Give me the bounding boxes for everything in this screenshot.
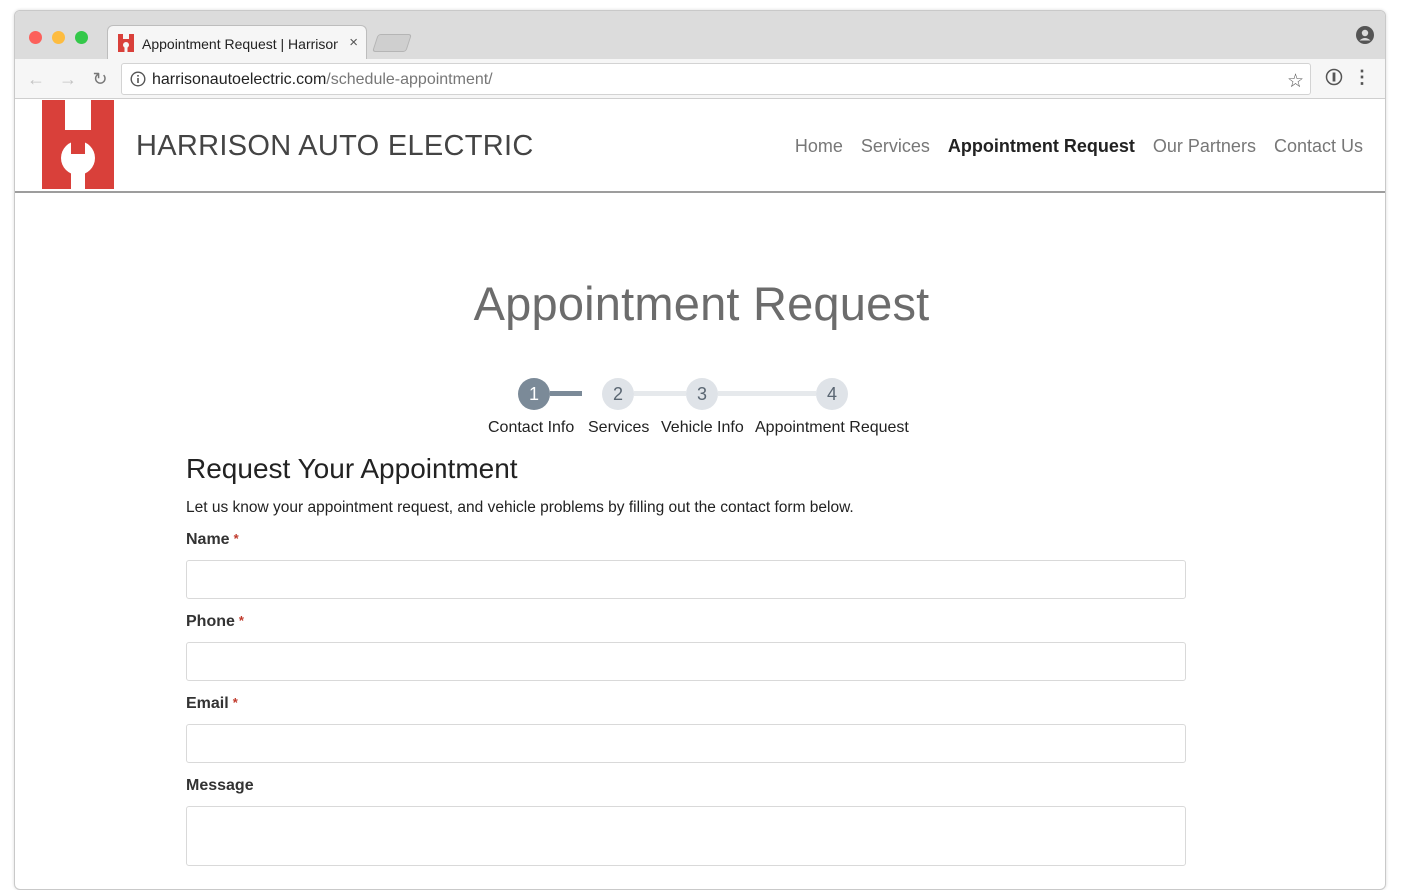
site-favicon-icon — [118, 34, 134, 52]
reload-icon[interactable]: ↻ — [89, 68, 111, 90]
tab-strip: Appointment Request | Harrison Auto Elec… — [15, 11, 1385, 61]
message-field: Message — [186, 777, 1186, 866]
step-connector-2 — [634, 391, 686, 396]
back-arrow-icon[interactable]: ← — [25, 68, 47, 90]
step-4-indicator: 4 — [816, 378, 848, 410]
email-input[interactable] — [186, 724, 1186, 763]
step-2-indicator: 2 — [602, 378, 634, 410]
nav-appointment-request[interactable]: Appointment Request — [948, 136, 1135, 157]
address-bar[interactable]: harrisonautoelectric.com/schedule-appoin… — [121, 63, 1311, 95]
new-tab-button[interactable] — [372, 34, 412, 52]
extension-icon[interactable] — [1325, 68, 1343, 86]
step-3-label: Vehicle Info — [661, 419, 744, 436]
name-label-text: Name — [186, 531, 230, 548]
browser-menu-icon[interactable]: ⋮ — [1353, 67, 1371, 88]
message-textarea[interactable] — [186, 806, 1186, 866]
step-connector-1 — [550, 391, 582, 396]
required-marker: * — [233, 531, 239, 546]
brand-name: HARRISON AUTO ELECTRIC — [136, 130, 534, 162]
tab-title: Appointment Request | Harrison Auto Elec… — [142, 36, 338, 52]
browser-toolbar: ← → ↻ harrisonautoelectric.com/schedule-… — [15, 59, 1385, 99]
phone-input[interactable] — [186, 642, 1186, 681]
forward-arrow-icon[interactable]: → — [57, 68, 79, 90]
url-text: harrisonautoelectric.com/schedule-appoin… — [152, 71, 493, 89]
name-field: Name * — [186, 531, 1186, 599]
browser-tab[interactable]: Appointment Request | Harrison Auto Elec… — [107, 25, 367, 61]
close-window-button[interactable] — [29, 31, 42, 44]
minimize-window-button[interactable] — [52, 31, 65, 44]
progress-stepper: 1 2 3 4 Contact Info Services Vehicle In… — [0, 378, 1403, 448]
step-1-label: Contact Info — [488, 419, 575, 436]
url-path: /schedule-appointment/ — [326, 71, 493, 88]
appointment-form: Request Your Appointment Let us know you… — [186, 453, 1186, 866]
email-label: Email * — [186, 695, 1186, 715]
nav-our-partners[interactable]: Our Partners — [1153, 136, 1256, 157]
phone-label: Phone * — [186, 613, 1186, 633]
form-heading: Request Your Appointment — [186, 453, 518, 484]
step-2-label: Services — [588, 419, 650, 436]
nav-services[interactable]: Services — [861, 136, 930, 157]
phone-label-text: Phone — [186, 613, 235, 630]
step-connector-3 — [718, 391, 816, 396]
form-intro: Let us know your appointment request, an… — [186, 499, 854, 516]
phone-field: Phone * — [186, 613, 1186, 681]
harrison-logo[interactable] — [42, 100, 114, 189]
url-host: harrisonautoelectric.com — [152, 71, 327, 88]
name-input[interactable] — [186, 560, 1186, 599]
info-icon[interactable] — [130, 71, 146, 87]
tab-close-icon[interactable]: × — [349, 34, 358, 51]
step-4-label: Appointment Request — [755, 419, 909, 436]
step-3-indicator: 3 — [686, 378, 718, 410]
email-field: Email * — [186, 695, 1186, 763]
bookmark-star-icon[interactable]: ☆ — [1287, 70, 1304, 93]
site-nav: Home Services Appointment Request Our Pa… — [795, 136, 1363, 157]
message-label: Message — [186, 777, 254, 794]
required-marker: * — [238, 613, 244, 628]
profile-icon[interactable] — [1355, 25, 1375, 45]
email-label-text: Email — [186, 695, 229, 712]
nav-contact-us[interactable]: Contact Us — [1274, 136, 1363, 157]
site-header: HARRISON AUTO ELECTRIC Home Services App… — [15, 100, 1385, 193]
name-label: Name * — [186, 531, 1186, 551]
maximize-window-button[interactable] — [75, 31, 88, 44]
required-marker: * — [232, 695, 238, 710]
step-1-indicator: 1 — [518, 378, 550, 410]
nav-home[interactable]: Home — [795, 136, 843, 157]
page-title: Appointment Request — [473, 277, 930, 330]
